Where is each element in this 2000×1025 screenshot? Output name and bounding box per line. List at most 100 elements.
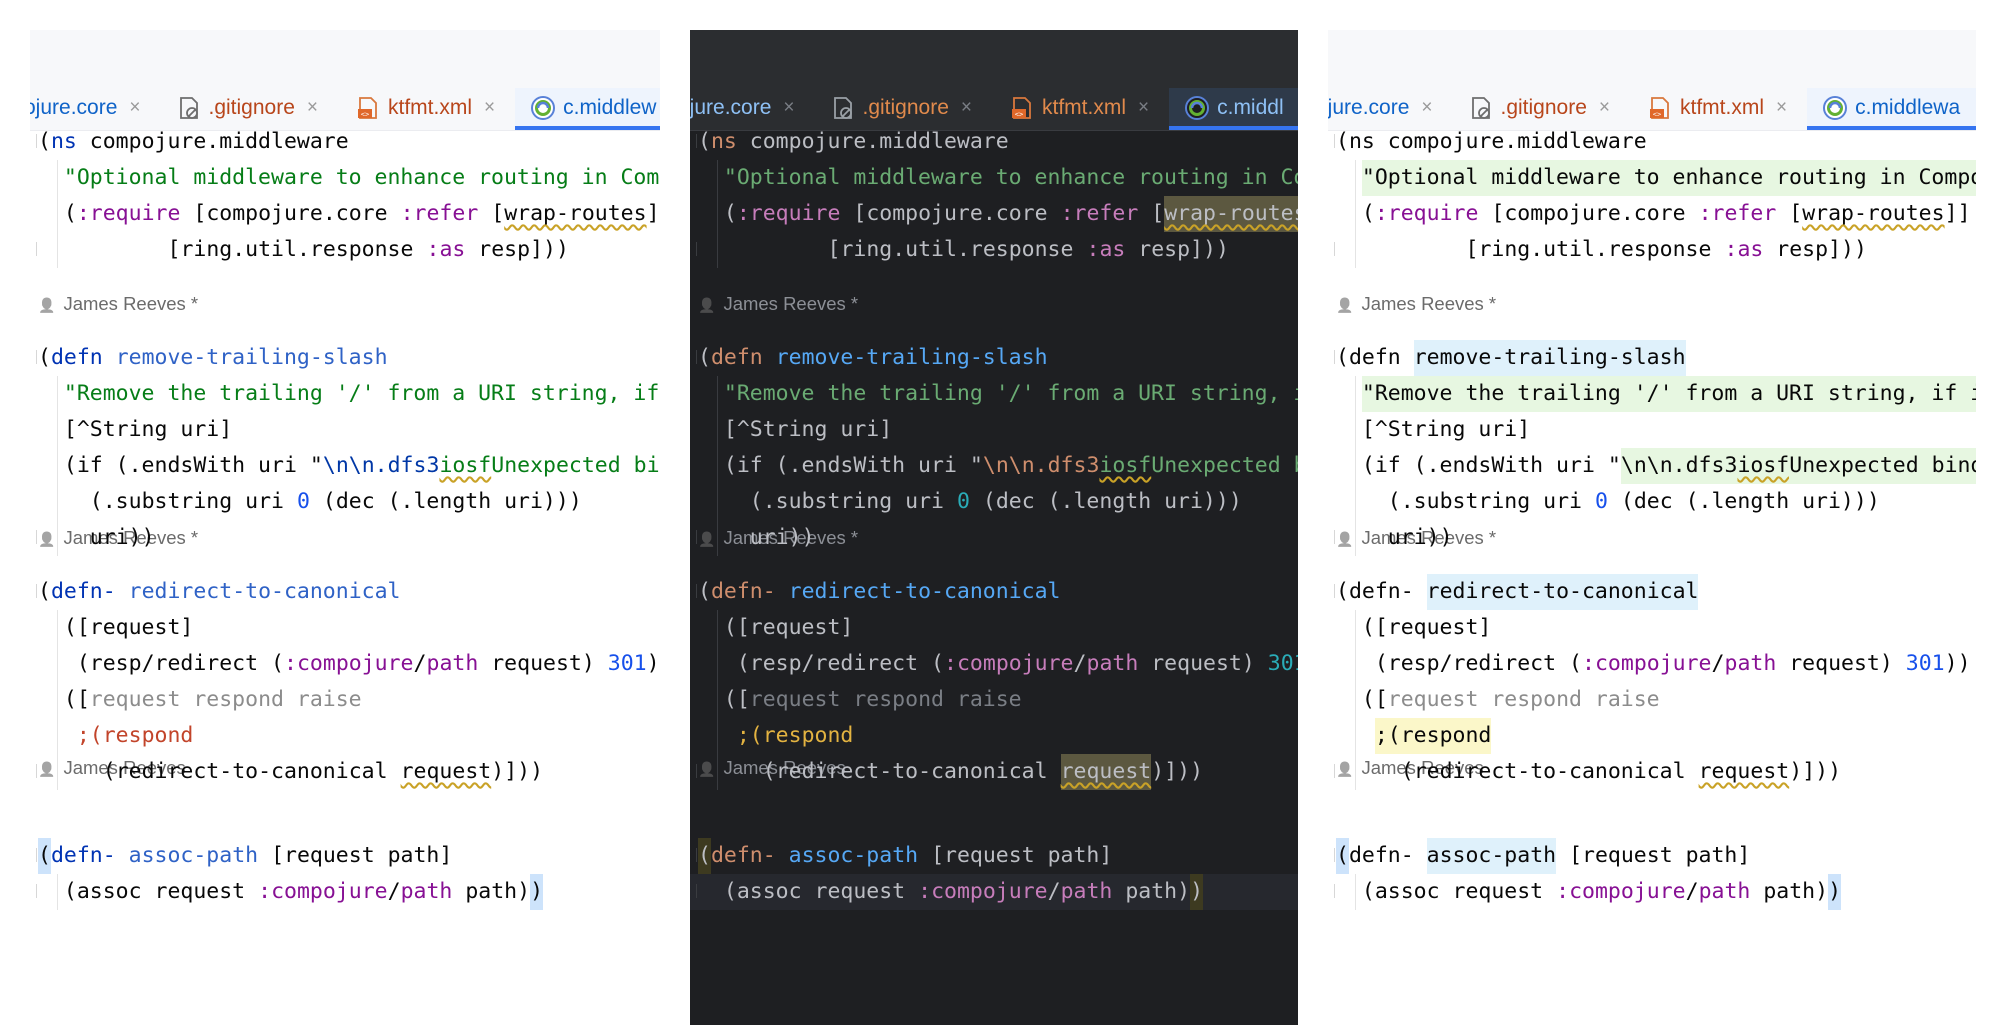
fold-marker[interactable] bbox=[30, 848, 37, 862]
code-token: \n\n.dfs3 bbox=[1620, 448, 1738, 484]
tab-active-middleware[interactable]: c.middlewa bbox=[1807, 88, 1976, 130]
git-blame-author[interactable]: 👤 James Reeves * bbox=[38, 286, 198, 323]
code-token: ( bbox=[1336, 129, 1349, 154]
tab-xml[interactable]: <> ktfmt.xml × bbox=[992, 88, 1169, 128]
code-token: wrap-routes bbox=[1802, 201, 1945, 226]
tab-clj[interactable]: ojure.core × bbox=[690, 88, 813, 128]
code-token: path bbox=[400, 879, 453, 904]
fold-marker[interactable] bbox=[1328, 242, 1335, 256]
docstring: "Remove the trailing '/' from a URI stri… bbox=[1361, 376, 1976, 412]
close-tab-icon[interactable]: × bbox=[1138, 97, 1149, 119]
code-token: (.substring uri bbox=[1387, 489, 1595, 514]
code-token: :compojure bbox=[284, 651, 414, 676]
tab-label: .gitignore bbox=[862, 96, 949, 119]
fold-marker[interactable] bbox=[690, 350, 697, 364]
code-token: path) bbox=[1750, 879, 1829, 904]
tab-clj[interactable]: ojure.core × bbox=[30, 88, 159, 128]
code-token: 0 bbox=[957, 489, 970, 514]
fold-marker[interactable] bbox=[1328, 764, 1335, 778]
code-token: ([request] bbox=[63, 615, 194, 640]
code-token: Unexpected binding") bbox=[1151, 453, 1298, 478]
fold-marker[interactable] bbox=[690, 764, 697, 778]
code-token: 301 bbox=[1267, 651, 1298, 676]
comment: ;(respond bbox=[736, 723, 854, 748]
tab-git[interactable]: .gitignore × bbox=[1451, 88, 1631, 128]
code-token: compojure.middleware bbox=[1374, 129, 1647, 154]
code-token: ([request] bbox=[723, 615, 854, 640]
close-tab-icon[interactable]: × bbox=[307, 97, 318, 119]
code-token: :require bbox=[1374, 201, 1479, 226]
fold-marker[interactable] bbox=[30, 584, 37, 598]
code-token: iosf bbox=[1737, 448, 1790, 484]
code-token: ([ bbox=[1361, 687, 1388, 712]
fold-marker[interactable] bbox=[690, 134, 697, 148]
close-tab-icon[interactable]: × bbox=[129, 97, 140, 119]
tab-xml[interactable]: <> ktfmt.xml × bbox=[1630, 88, 1807, 128]
docstring: "Optional middleware to enhance routing … bbox=[63, 165, 660, 190]
tab-xml[interactable]: <> ktfmt.xml × bbox=[338, 88, 515, 128]
code-token: path bbox=[1060, 879, 1113, 904]
tab-git[interactable]: .gitignore × bbox=[813, 88, 993, 128]
code-editor[interactable]: 👤 James Reeves * 👤 James Reeves * 👤 James Ree… bbox=[1328, 129, 1976, 1025]
author-name: James Reeves * bbox=[63, 293, 199, 314]
fold-marker[interactable] bbox=[690, 584, 697, 598]
fold-marker[interactable] bbox=[690, 884, 697, 898]
fold-marker[interactable] bbox=[690, 848, 697, 862]
code-token: defn- bbox=[50, 843, 116, 868]
tab-active-middleware[interactable]: c.middlew bbox=[515, 88, 660, 130]
close-tab-icon[interactable]: × bbox=[1421, 97, 1432, 119]
fold-marker[interactable] bbox=[30, 530, 37, 544]
tab-label: .gitignore bbox=[1500, 96, 1587, 119]
tab-label: ktfmt.xml bbox=[1042, 96, 1126, 119]
code-token: 0 bbox=[1595, 489, 1608, 514]
gitignore-file-icon bbox=[831, 96, 855, 120]
code-editor[interactable]: 👤 James Reeves * 👤 James Reeves * 👤 James Ree… bbox=[30, 129, 660, 1025]
fold-marker[interactable] bbox=[30, 242, 37, 256]
code-token: path) bbox=[452, 879, 531, 904]
code-token: / bbox=[387, 879, 401, 904]
light-theme-editor-panel: ojure.core × .gitignore × <> ktfmt.xml × c.midd… bbox=[30, 30, 660, 1025]
close-tab-icon[interactable]: × bbox=[1776, 97, 1787, 119]
close-tab-icon[interactable]: × bbox=[961, 97, 972, 119]
tab-active-middleware[interactable]: c.middl bbox=[1169, 88, 1298, 130]
fold-marker[interactable] bbox=[30, 764, 37, 778]
fold-marker[interactable] bbox=[1328, 848, 1335, 862]
matched-paren: ( bbox=[698, 838, 711, 874]
fold-marker[interactable] bbox=[30, 884, 37, 898]
tab-clj[interactable]: ojure.core × bbox=[1328, 88, 1451, 128]
fold-marker[interactable] bbox=[690, 530, 697, 544]
xml-file-icon: <> bbox=[1010, 96, 1034, 120]
fold-marker[interactable] bbox=[30, 350, 37, 364]
code-token: request respond raise bbox=[1387, 687, 1660, 712]
close-tab-icon[interactable]: × bbox=[1599, 97, 1610, 119]
code-token: :require bbox=[76, 201, 181, 226]
function-name: redirect-to-canonical bbox=[1426, 574, 1699, 610]
code-editor[interactable]: 👤 James Reeves * 👤 James Reeves * 👤 James Ree… bbox=[690, 129, 1298, 1025]
fold-marker[interactable] bbox=[690, 242, 697, 256]
fold-marker[interactable] bbox=[1328, 350, 1335, 364]
code-token: [request path] bbox=[1556, 843, 1751, 868]
fold-marker[interactable] bbox=[30, 134, 37, 148]
close-tab-icon[interactable]: × bbox=[783, 97, 794, 119]
git-blame-author[interactable]: 👤 James Reeves * bbox=[1336, 286, 1496, 323]
docstring: "Remove the trailing '/' from a URI stri… bbox=[723, 381, 1298, 406]
fold-marker[interactable] bbox=[1328, 584, 1335, 598]
code-token: (.substring uri bbox=[89, 489, 297, 514]
fold-marker[interactable] bbox=[1328, 530, 1335, 544]
git-blame-author[interactable]: 👤 James Reeves * bbox=[698, 286, 858, 323]
tab-label: c.middlewa bbox=[1855, 96, 1961, 119]
code-token: / bbox=[1711, 651, 1725, 676]
fold-marker[interactable] bbox=[1328, 134, 1335, 148]
fold-marker[interactable] bbox=[1328, 884, 1335, 898]
code-token: :refer bbox=[1698, 201, 1777, 226]
tab-git[interactable]: .gitignore × bbox=[159, 88, 339, 128]
close-tab-icon[interactable]: × bbox=[484, 97, 495, 119]
code-token: [ring.util.response bbox=[827, 237, 1087, 262]
code-token: ( bbox=[38, 579, 51, 604]
